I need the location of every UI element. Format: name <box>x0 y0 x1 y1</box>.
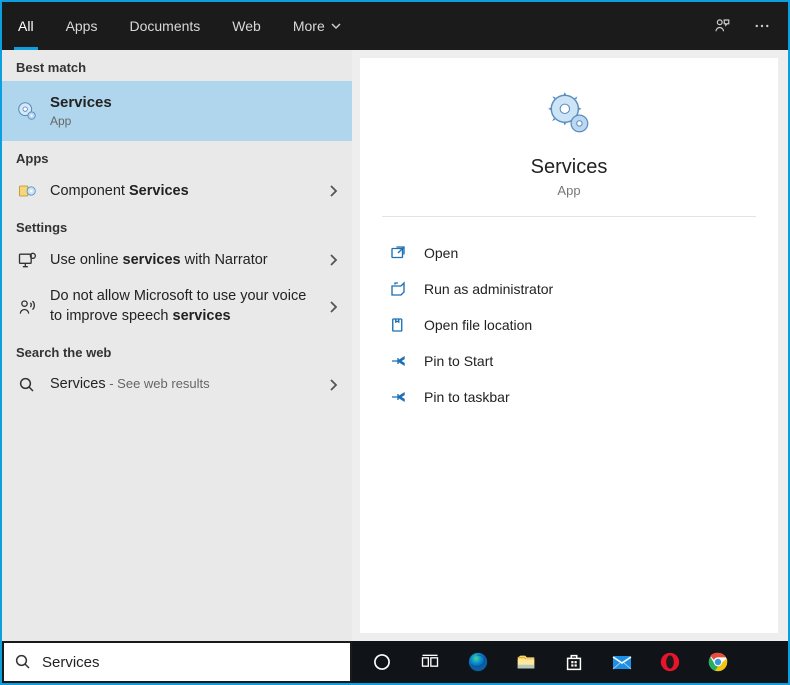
section-search-web: Search the web <box>2 335 352 366</box>
bottom-bar <box>2 641 788 683</box>
action-label: Pin to taskbar <box>424 389 510 405</box>
detail-title: Services <box>531 156 608 179</box>
action-open-location[interactable]: Open file location <box>382 307 756 343</box>
result-text-pre: Use online <box>50 252 123 268</box>
taskbar-store[interactable] <box>550 641 598 683</box>
tab-all[interactable]: All <box>2 2 50 50</box>
result-web-services[interactable]: Services - See web results <box>2 366 352 404</box>
detail-pane: Services App Open Run as administrator O… <box>360 58 778 633</box>
result-subtitle: App <box>50 113 338 129</box>
result-text-post: with Narrator <box>181 252 268 268</box>
result-component-services[interactable]: Component Services <box>2 172 352 210</box>
result-text: Services <box>50 376 106 392</box>
start-search-window: All Apps Documents Web More Best match <box>0 0 790 685</box>
taskbar-file-explorer[interactable] <box>502 641 550 683</box>
action-run-admin[interactable]: Run as administrator <box>382 271 756 307</box>
search-icon <box>16 374 38 396</box>
detail-subtitle: App <box>557 183 580 198</box>
taskbar-mail[interactable] <box>598 641 646 683</box>
narrator-icon <box>16 249 38 271</box>
section-apps: Apps <box>2 141 352 172</box>
taskbar-task-view[interactable] <box>406 641 454 683</box>
section-settings: Settings <box>2 210 352 241</box>
tab-more-label: More <box>293 18 325 34</box>
chevron-right-icon <box>320 253 338 267</box>
services-app-icon <box>544 88 594 138</box>
search-filter-tabs: All Apps Documents Web More <box>2 2 788 50</box>
tab-web[interactable]: Web <box>216 2 277 50</box>
result-voice-services[interactable]: Do not allow Microsoft to use your voice… <box>2 279 352 334</box>
shield-icon <box>388 279 408 299</box>
action-label: Open file location <box>424 317 532 333</box>
folder-icon <box>388 315 408 335</box>
result-text-bold: services <box>123 252 181 268</box>
tab-documents[interactable]: Documents <box>113 2 216 50</box>
taskbar-edge[interactable] <box>454 641 502 683</box>
gear-icon <box>16 100 38 122</box>
feedback-icon[interactable] <box>702 2 742 50</box>
result-best-services[interactable]: Services App <box>2 81 352 141</box>
chevron-down-icon <box>331 21 341 31</box>
tab-apps[interactable]: Apps <box>50 2 114 50</box>
action-label: Run as administrator <box>424 281 553 297</box>
search-box[interactable] <box>2 641 352 683</box>
open-icon <box>388 243 408 263</box>
action-label: Open <box>424 245 458 261</box>
voice-icon <box>16 296 38 318</box>
component-services-icon <box>16 180 38 202</box>
section-best-match: Best match <box>2 50 352 81</box>
chevron-right-icon <box>320 184 338 198</box>
action-pin-start[interactable]: Pin to Start <box>382 343 756 379</box>
taskbar <box>352 641 788 683</box>
taskbar-cortana[interactable] <box>358 641 406 683</box>
tab-more[interactable]: More <box>277 2 357 50</box>
search-input[interactable] <box>42 654 340 671</box>
result-title: Services <box>50 93 338 113</box>
detail-actions: Open Run as administrator Open file loca… <box>360 217 778 433</box>
result-text-bold: services <box>173 308 231 324</box>
result-text-pre: Component <box>50 183 129 199</box>
search-icon <box>14 653 32 671</box>
result-suffix: - See web results <box>106 376 210 391</box>
pin-icon <box>388 387 408 407</box>
result-text-bold: Services <box>129 183 189 199</box>
chevron-right-icon <box>320 378 338 392</box>
chevron-right-icon <box>320 300 338 314</box>
pin-icon <box>388 351 408 371</box>
detail-pane-wrapper: Services App Open Run as administrator O… <box>352 50 788 641</box>
action-label: Pin to Start <box>424 353 493 369</box>
more-options-icon[interactable] <box>742 2 782 50</box>
taskbar-opera[interactable] <box>646 641 694 683</box>
action-open[interactable]: Open <box>382 235 756 271</box>
results-list: Best match Services App Apps Compone <box>2 50 352 641</box>
result-narrator-services[interactable]: Use online services with Narrator <box>2 241 352 279</box>
taskbar-chrome[interactable] <box>694 641 742 683</box>
action-pin-taskbar[interactable]: Pin to taskbar <box>382 379 756 415</box>
